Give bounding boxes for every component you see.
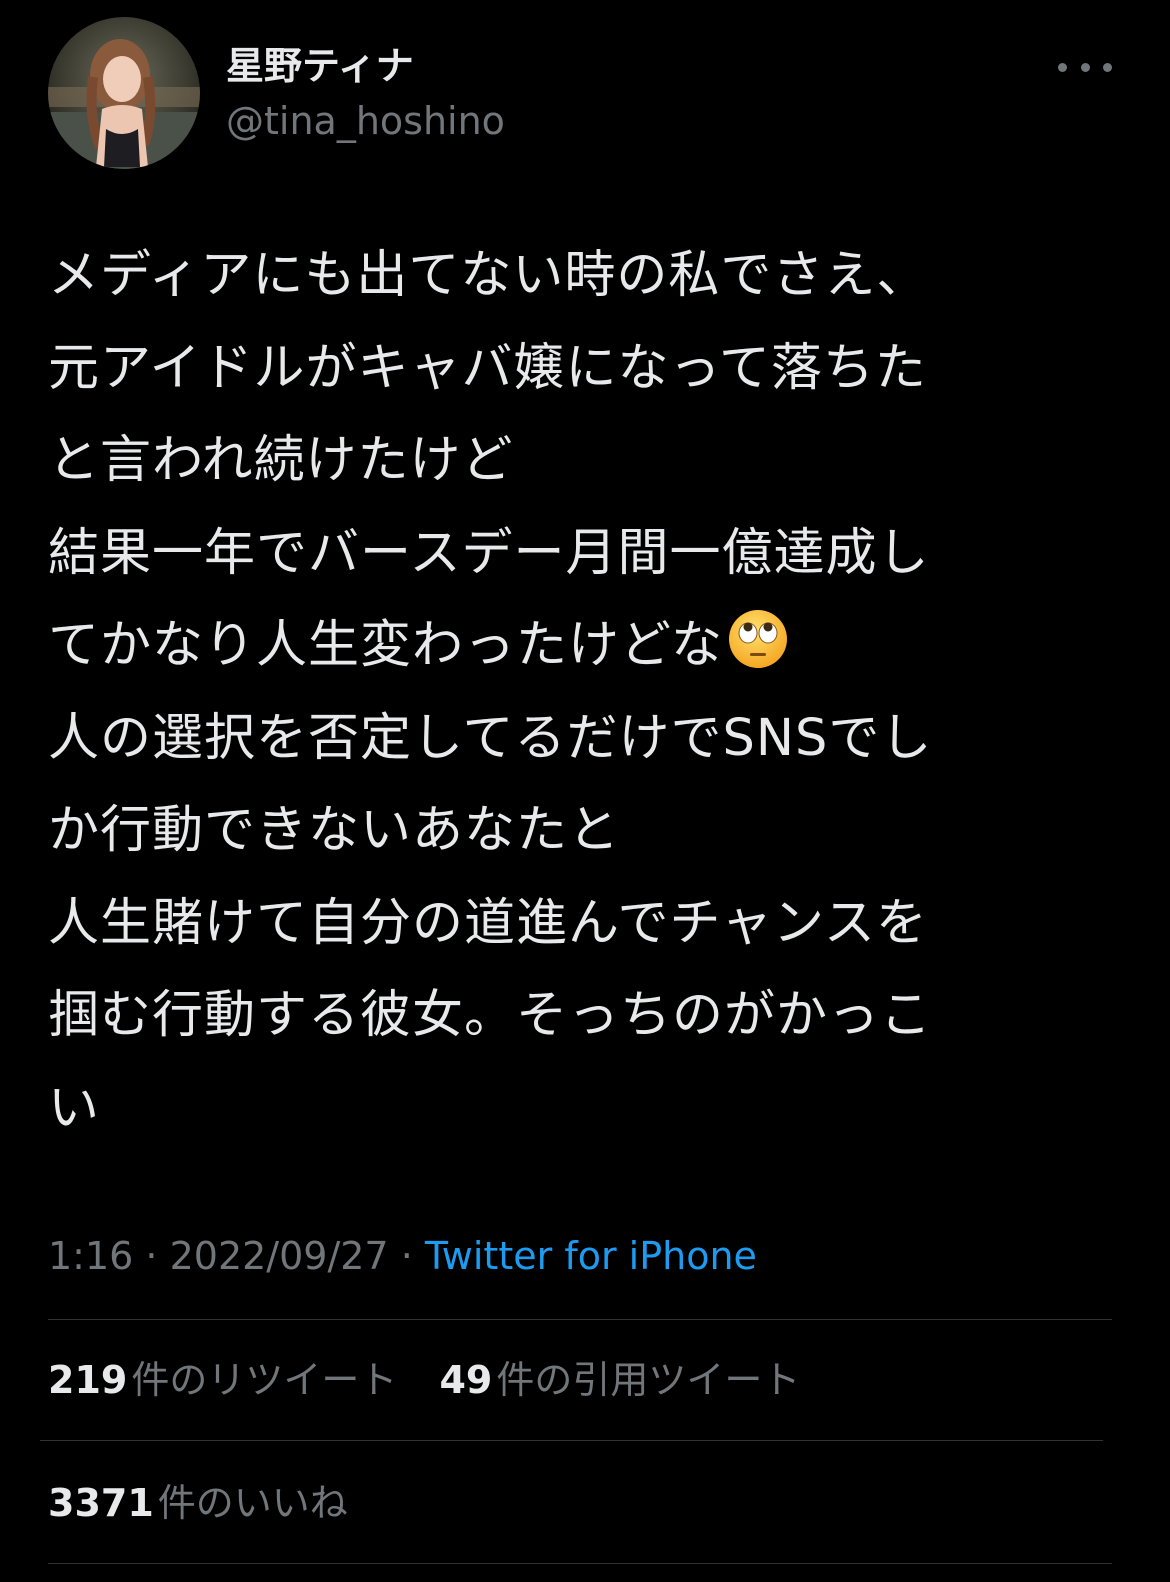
likes-count: 3371	[48, 1481, 154, 1525]
divider	[48, 1319, 1112, 1320]
tweet-line: 人生賭けて自分の道進んでチャンスを	[48, 893, 928, 953]
tweet-line: か行動できないあなたと	[48, 801, 621, 860]
meta-separator: ·	[133, 1234, 170, 1278]
quotes-count: 49	[439, 1358, 493, 1402]
tweet-metadata: 1:16 · 2022/09/27 · Twitter for iPhone	[48, 1228, 757, 1284]
engagement-stats: 219 件のリツイート 49 件の引用ツイート	[48, 1352, 800, 1408]
tweet-text: メディアにも出てない時の私でさえ、 元アイドルがキャバ嬢になって落ちた と言われ…	[48, 230, 1138, 1155]
user-handle[interactable]: @tina_hoshino	[226, 97, 505, 145]
tweet-line: 元アイドルがキャバ嬢になって落ちた	[48, 338, 927, 398]
divider	[40, 1440, 1103, 1441]
meta-separator: ·	[388, 1234, 425, 1278]
likes-label: 件のいいね	[157, 1481, 348, 1525]
tweet-line: と言われ続けたけど	[48, 431, 514, 490]
retweets-stat[interactable]: 219 件のリツイート	[48, 1358, 397, 1402]
tweet-date[interactable]: 2022/09/27	[170, 1234, 389, 1278]
quotes-label: 件の引用ツイート	[496, 1358, 801, 1402]
tweet-line-with-emoji: てかなり人生変わったけどな	[48, 600, 1138, 693]
tweet-line: てかなり人生変わったけどな	[48, 616, 723, 675]
rolling-eyes-emoji-icon	[727, 608, 789, 670]
quotes-stat[interactable]: 49 件の引用ツイート	[439, 1358, 800, 1402]
tweet-line: 掴む行動する彼女。そっちのがかっこ	[48, 986, 933, 1045]
tweet-line: い	[48, 1078, 101, 1138]
retweets-label: 件のリツイート	[131, 1358, 398, 1402]
more-dot	[1080, 62, 1090, 72]
divider	[48, 1563, 1112, 1564]
tweet-time[interactable]: 1:16	[48, 1234, 133, 1278]
display-name[interactable]: 星野ティナ	[226, 40, 414, 92]
tweet-source-link[interactable]: Twitter for iPhone	[425, 1234, 757, 1278]
more-options-icon[interactable]	[1058, 52, 1112, 82]
tweet-line: 人の選択を否定してるだけでSNSでし	[48, 708, 933, 768]
tweet-line: メディアにも出てない時の私でさえ、	[48, 246, 929, 305]
retweets-count: 219	[48, 1358, 128, 1402]
tweet-header: 星野ティナ @tina_hoshino	[0, 0, 1170, 190]
avatar[interactable]	[48, 17, 200, 169]
more-dot	[1103, 62, 1112, 72]
more-dot	[1058, 62, 1067, 72]
tweet-line: 結果一年でバースデー月間一億達成し	[48, 523, 930, 583]
likes-stat[interactable]: 3371 件のいいね	[48, 1475, 348, 1531]
